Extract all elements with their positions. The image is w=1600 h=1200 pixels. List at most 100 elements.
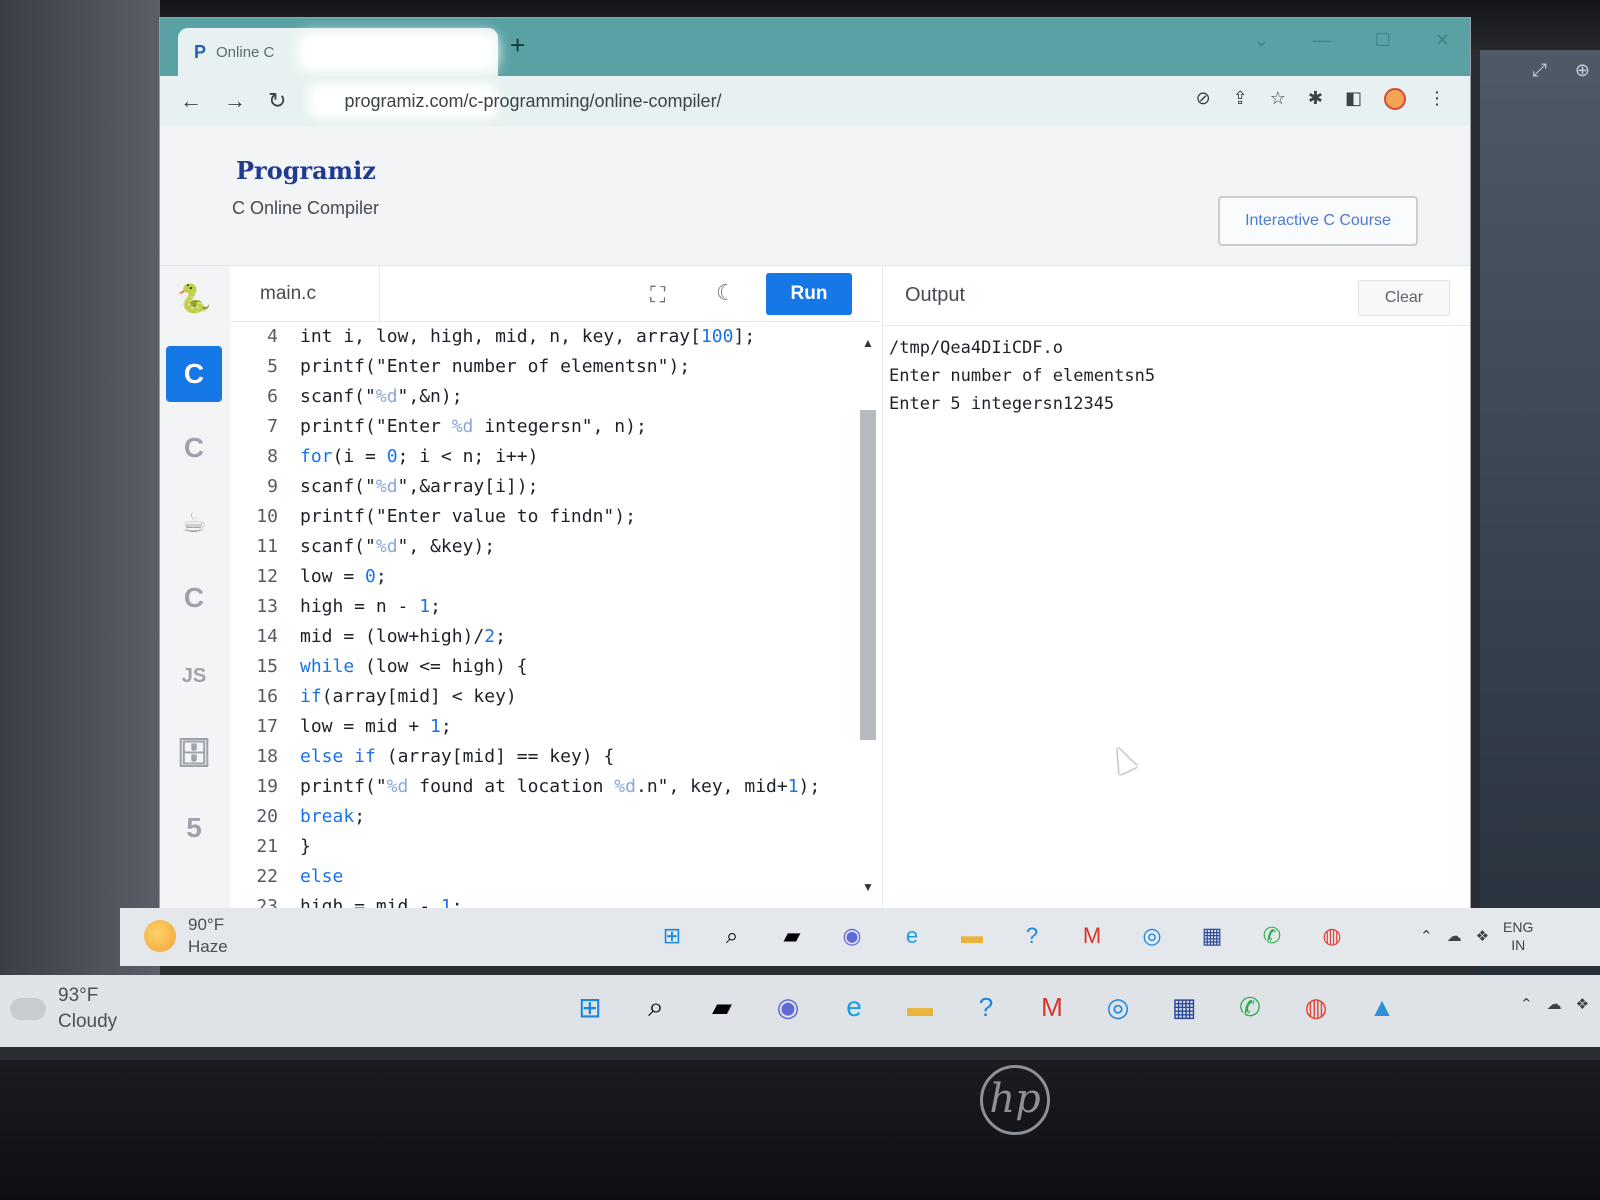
- teams-chat-icon[interactable]: ◉: [772, 991, 804, 1023]
- region-code: IN: [1511, 937, 1526, 953]
- line-number: 16: [256, 686, 278, 707]
- task-view-icon[interactable]: ▰: [776, 920, 808, 952]
- fullscreen-icon[interactable]: ⛶: [650, 282, 665, 308]
- run-button[interactable]: Run: [766, 273, 852, 315]
- toolbar-actions: ⊘ ⇪ ☆ ✱ ◧ ⋮: [1196, 88, 1446, 110]
- onedrive-icon[interactable]: ☁: [1447, 927, 1462, 945]
- dropbox-icon[interactable]: ❖: [1576, 995, 1589, 1013]
- dell-support-icon[interactable]: ◎: [1136, 920, 1168, 952]
- whatsapp-icon[interactable]: ✆: [1256, 920, 1288, 952]
- code-text: printf("Enter value to findn");: [300, 506, 636, 527]
- code-line: 5 printf("Enter number of elementsn");: [230, 352, 880, 382]
- close-button[interactable]: ✕: [1435, 30, 1450, 51]
- eye-slash-icon[interactable]: ⊘: [1196, 88, 1211, 110]
- tab-bar: P Online C + ⌄ — ☐ ✕: [160, 18, 1470, 76]
- csharp-icon[interactable]: C: [166, 570, 222, 626]
- code-line: 14 mid = (low+high)/2;: [230, 622, 880, 652]
- line-number: 14: [256, 626, 278, 647]
- editor-scrollbar[interactable]: [860, 410, 876, 740]
- profile-avatar[interactable]: [1384, 88, 1406, 110]
- whatsapp-icon[interactable]: ✆: [1234, 991, 1266, 1023]
- output-panel: Output Clear /tmp/Qea4DIiCDF.o Enter num…: [882, 266, 1470, 908]
- java-icon[interactable]: ☕: [166, 494, 222, 550]
- code-text: high = mid - 1;: [300, 896, 463, 908]
- clear-button[interactable]: Clear: [1358, 280, 1450, 316]
- language-indicator[interactable]: ENG IN: [1503, 918, 1533, 954]
- code-text: low = 0;: [300, 566, 387, 587]
- weather-widget-outer[interactable]: 93°F Cloudy: [10, 983, 117, 1035]
- line-number: 10: [256, 506, 278, 527]
- outer-desktop: ⤢ ⊕: [1480, 50, 1600, 980]
- side-panel-icon[interactable]: ◧: [1345, 88, 1362, 110]
- minimize-button[interactable]: —: [1313, 30, 1331, 51]
- code-text: }: [300, 836, 311, 857]
- scroll-up-icon[interactable]: ▲: [862, 336, 874, 350]
- file-explorer-icon[interactable]: ▬: [956, 920, 988, 952]
- back-icon[interactable]: ←: [180, 88, 202, 114]
- maximize-button[interactable]: ☐: [1375, 30, 1391, 51]
- scroll-down-icon[interactable]: ▼: [862, 880, 874, 894]
- onedrive-icon[interactable]: ☁: [1547, 995, 1562, 1013]
- help-icon[interactable]: ?: [1016, 920, 1048, 952]
- weather-widget[interactable]: 90°F Haze: [144, 914, 228, 958]
- code-text: else: [300, 866, 344, 887]
- new-tab-button[interactable]: +: [510, 30, 525, 61]
- python-icon[interactable]: 🐍: [166, 270, 222, 326]
- browser-tab[interactable]: P Online C: [178, 28, 498, 76]
- address-bar[interactable]: programiz.com/c-programming/online-compi…: [308, 83, 1129, 119]
- chevron-up-icon[interactable]: ⌃: [1420, 927, 1433, 945]
- page-subtitle: C Online Compiler: [232, 198, 380, 218]
- output-console[interactable]: /tmp/Qea4DIiCDF.o Enter number of elemen…: [889, 334, 1155, 418]
- tab-search-button[interactable]: ⌄: [1254, 30, 1269, 51]
- dropbox-icon[interactable]: ❖: [1476, 927, 1489, 945]
- code-line: 19 printf("%d found at location %d.n", ke…: [230, 772, 880, 802]
- menu-icon[interactable]: ⋮: [1428, 88, 1446, 110]
- teams-chat-icon[interactable]: ◉: [836, 920, 868, 952]
- code-line: 6 scanf("%d",&n);: [230, 382, 880, 412]
- code-area[interactable]: 4 int i, low, high, mid, n, key, array[10…: [230, 322, 880, 908]
- line-number: 5: [267, 356, 278, 377]
- outer-toolbar: ⤢ ⊕: [1533, 60, 1591, 81]
- search-icon[interactable]: ⌕: [640, 991, 672, 1023]
- system-tray-outer: ⌃ ☁ ❖: [1520, 995, 1589, 1013]
- interactive-course-button[interactable]: Interactive C Course: [1218, 196, 1418, 246]
- microsoft-store-icon[interactable]: ▦: [1196, 920, 1228, 952]
- share-icon[interactable]: ⇪: [1233, 88, 1248, 110]
- microsoft-store-icon[interactable]: ▦: [1168, 991, 1200, 1023]
- extensions-icon[interactable]: ✱: [1308, 88, 1323, 110]
- search-icon[interactable]: ⌕: [716, 920, 748, 952]
- html-icon[interactable]: 5: [166, 800, 222, 856]
- photos-icon[interactable]: ▲: [1366, 991, 1398, 1023]
- mcafee-icon[interactable]: M: [1036, 991, 1068, 1023]
- language-sidebar: 🐍 C C ☕ C JS 🗄 5: [160, 266, 230, 908]
- reload-icon[interactable]: ↻: [268, 88, 286, 114]
- window-controls: ⌄ — ☐ ✕: [1254, 30, 1450, 51]
- file-tab[interactable]: main.c: [230, 266, 380, 322]
- edge-icon[interactable]: e: [838, 991, 870, 1023]
- line-number: 19: [256, 776, 278, 797]
- cpp-icon[interactable]: C: [166, 420, 222, 476]
- programiz-logo[interactable]: Programiz: [236, 156, 376, 185]
- zoom-icon[interactable]: ⊕: [1575, 60, 1590, 81]
- chevron-up-icon[interactable]: ⌃: [1520, 995, 1533, 1013]
- windows-start-icon[interactable]: ⊞: [574, 991, 606, 1023]
- file-explorer-icon[interactable]: ▬: [904, 991, 936, 1023]
- bookmark-star-icon[interactable]: ☆: [1270, 88, 1286, 110]
- expand-icon[interactable]: ⤢: [1533, 60, 1547, 81]
- c-icon[interactable]: C: [166, 346, 222, 402]
- chrome-icon[interactable]: ◍: [1316, 920, 1348, 952]
- mcafee-icon[interactable]: M: [1076, 920, 1108, 952]
- code-text: scanf("%d", &key);: [300, 536, 496, 557]
- line-number: 12: [256, 566, 278, 587]
- forward-icon[interactable]: →: [224, 88, 246, 114]
- task-view-icon[interactable]: ▰: [706, 991, 738, 1023]
- js-icon[interactable]: JS: [166, 648, 222, 704]
- sql-icon[interactable]: 🗄: [166, 724, 222, 780]
- moon-icon[interactable]: ☾: [716, 280, 736, 306]
- chrome-icon[interactable]: ◍: [1300, 991, 1332, 1023]
- edge-icon[interactable]: e: [896, 920, 928, 952]
- help-icon[interactable]: ?: [970, 991, 1002, 1023]
- browser-toolbar: ← → ↻ programiz.com/c-programming/online…: [160, 76, 1470, 126]
- windows-start-icon[interactable]: ⊞: [656, 920, 688, 952]
- dell-support-icon[interactable]: ◎: [1102, 991, 1134, 1023]
